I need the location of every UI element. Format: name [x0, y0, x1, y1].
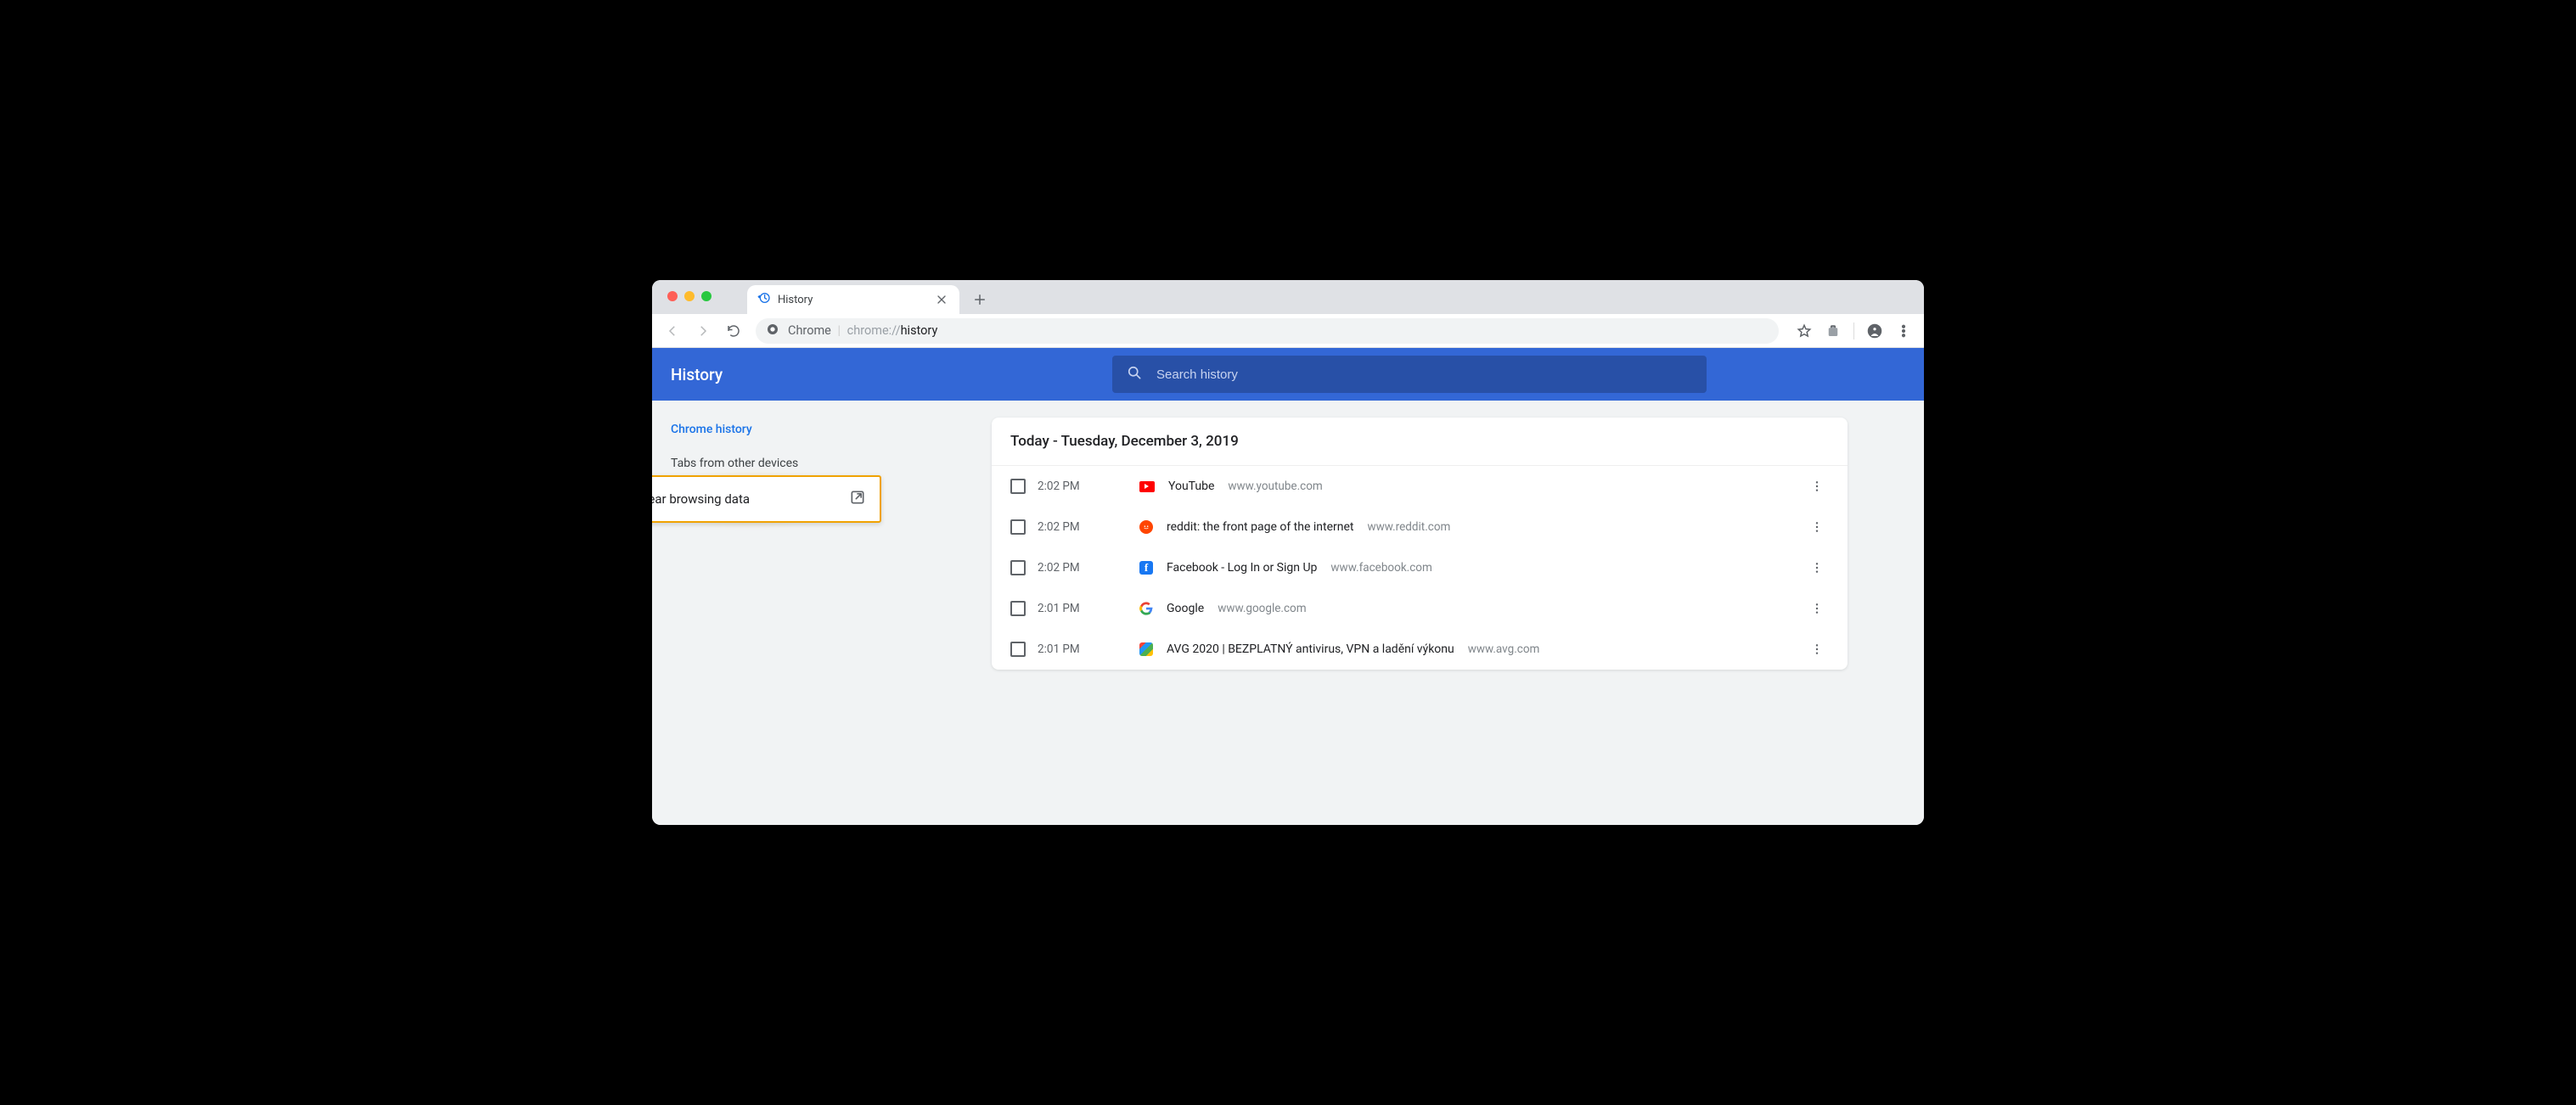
history-row[interactable]: 2:02 PMf Facebook - Log In or Sign Up www.… [992, 547, 1848, 588]
open-external-icon [849, 489, 866, 509]
row-url: www.reddit.com [1367, 520, 1450, 534]
address-path: history [901, 323, 938, 338]
row-url: www.facebook.com [1330, 561, 1431, 575]
history-card: Today - Tuesday, December 3, 2019 2:02 P… [992, 418, 1848, 670]
profile-button[interactable] [1861, 317, 1888, 345]
row-url: www.avg.com [1468, 642, 1540, 656]
row-checkbox[interactable] [1010, 519, 1026, 535]
close-tab-button[interactable] [934, 292, 949, 307]
page-title: History [671, 365, 1112, 384]
row-title: AVG 2020 | BEZPLATNÝ antivirus, VPN a la… [1167, 642, 1454, 656]
new-tab-button[interactable] [968, 288, 992, 311]
row-url: www.youtube.com [1228, 480, 1322, 493]
reload-button[interactable] [720, 317, 747, 345]
row-checkbox[interactable] [1010, 601, 1026, 616]
row-title: Facebook - Log In or Sign Up [1167, 561, 1317, 575]
address-prefix: chrome:// [847, 323, 901, 338]
history-body: Chrome history Tabs from other devices C… [652, 401, 1924, 825]
reddit-icon [1139, 520, 1153, 534]
history-favicon [757, 291, 771, 308]
history-row[interactable]: 2:02 PM reddit: the front page of the int… [992, 507, 1848, 547]
history-main: Today - Tuesday, December 3, 2019 2:02 P… [966, 401, 1924, 825]
address-label: Chrome [788, 323, 831, 338]
history-row[interactable]: 2:02 PM YouTube www.youtube.com [992, 466, 1848, 507]
extension-icon[interactable] [1820, 317, 1847, 345]
row-time: 2:02 PM [1038, 561, 1139, 575]
search-box[interactable] [1112, 356, 1707, 393]
address-bar[interactable]: Chrome | chrome://history [756, 318, 1779, 344]
sidebar-item-chrome-history[interactable]: Chrome history [652, 412, 966, 446]
history-row[interactable]: 2:01 PM Google www.google.com [992, 588, 1848, 629]
sidebar: Chrome history Tabs from other devices C… [652, 401, 966, 825]
clear-browsing-data-button[interactable]: Clear browsing data [652, 475, 881, 523]
browser-window: History [652, 280, 1924, 825]
bookmark-star-button[interactable] [1791, 317, 1818, 345]
window-titlebar: History [652, 280, 1924, 314]
row-checkbox[interactable] [1010, 642, 1026, 657]
window-controls [667, 291, 711, 301]
row-url: www.google.com [1218, 602, 1306, 615]
row-title: YouTube [1168, 480, 1214, 493]
avg-icon [1139, 642, 1153, 656]
history-rows: 2:02 PM YouTube www.youtube.com 2:02 PM redd… [992, 466, 1848, 670]
browser-toolbar: Chrome | chrome://history [652, 314, 1924, 348]
facebook-icon: f [1139, 561, 1153, 575]
browser-tab[interactable]: History [747, 285, 959, 314]
chrome-page-icon [766, 323, 779, 339]
row-time: 2:01 PM [1038, 642, 1139, 656]
youtube-icon [1139, 481, 1155, 492]
close-window-button[interactable] [667, 291, 678, 301]
google-icon [1139, 602, 1153, 615]
row-menu-button[interactable] [1805, 556, 1829, 580]
tab-title: History [778, 294, 813, 306]
history-row[interactable]: 2:01 PM AVG 2020 | BEZPLATNÝ antivirus, V… [992, 629, 1848, 670]
back-button[interactable] [659, 317, 686, 345]
row-checkbox[interactable] [1010, 560, 1026, 575]
search-icon [1126, 364, 1143, 384]
row-time: 2:02 PM [1038, 480, 1139, 493]
search-input[interactable] [1156, 367, 1693, 382]
history-card-header: Today - Tuesday, December 3, 2019 [992, 418, 1848, 466]
forward-button[interactable] [689, 317, 717, 345]
row-menu-button[interactable] [1805, 637, 1829, 661]
row-title: reddit: the front page of the internet [1167, 520, 1353, 534]
kebab-menu-button[interactable] [1890, 317, 1917, 345]
row-menu-button[interactable] [1805, 597, 1829, 620]
row-title: Google [1167, 602, 1204, 615]
row-time: 2:02 PM [1038, 520, 1139, 534]
clear-browsing-data-label: Clear browsing data [652, 491, 750, 507]
minimize-window-button[interactable] [684, 291, 695, 301]
fullscreen-window-button[interactable] [701, 291, 711, 301]
row-menu-button[interactable] [1805, 515, 1829, 539]
row-checkbox[interactable] [1010, 479, 1026, 494]
clear-data-highlight: Clear browsing data [652, 475, 881, 523]
row-time: 2:01 PM [1038, 602, 1139, 615]
history-header: History [652, 348, 1924, 401]
tab-strip: History [747, 280, 992, 314]
row-menu-button[interactable] [1805, 474, 1829, 498]
